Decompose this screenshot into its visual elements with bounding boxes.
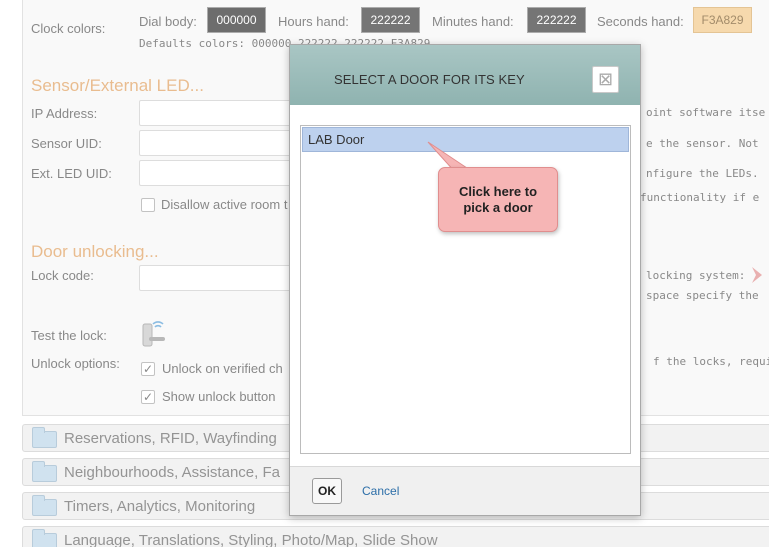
dialog-title: SELECT A DOOR FOR ITS KEY xyxy=(334,72,525,87)
door-list-item[interactable]: LAB Door xyxy=(302,127,629,152)
dialog-header: SELECT A DOOR FOR ITS KEY ⊠ xyxy=(290,45,640,105)
pick-door-callout: Click here to pick a door xyxy=(438,167,558,232)
callout-line-2: pick a door xyxy=(463,199,533,215)
dialog-footer: OK Cancel xyxy=(290,466,640,515)
close-icon: ⊠ xyxy=(597,69,614,89)
select-door-dialog: SELECT A DOOR FOR ITS KEY ⊠ LAB Door OK … xyxy=(289,44,641,516)
cancel-link[interactable]: Cancel xyxy=(362,484,399,498)
close-button[interactable]: ⊠ xyxy=(592,66,619,93)
ok-button[interactable]: OK xyxy=(312,478,342,504)
callout-line-1: Click here to xyxy=(458,183,538,199)
